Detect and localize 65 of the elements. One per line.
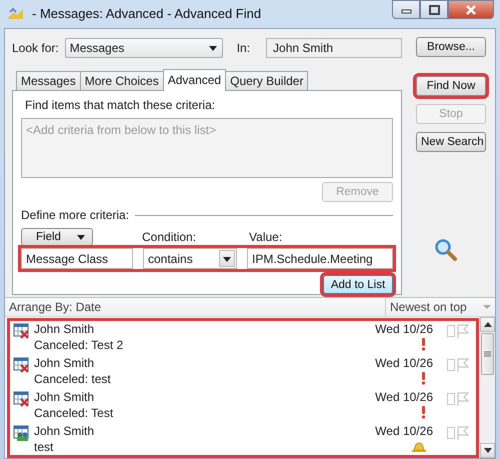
message-row[interactable]: John Smith Canceled: Test Wed 10/26 — [9, 388, 477, 422]
sender-name: John Smith — [34, 389, 96, 405]
caret-icon — [208, 44, 218, 52]
message-subject: Canceled: Test — [34, 405, 114, 421]
message-date: Wed 10/26 — [375, 321, 433, 337]
condition-label: Condition: — [142, 229, 196, 246]
value-input[interactable]: IPM.Schedule.Meeting — [247, 248, 393, 269]
category-icon — [447, 427, 455, 439]
criteria-placeholder: <Add criteria from below to this list> — [26, 123, 216, 137]
define-criteria-heading: Define more criteria: — [21, 207, 130, 224]
tab[interactable]: Query Builder — [225, 71, 308, 90]
tab[interactable]: Advanced — [162, 69, 226, 91]
maximize-icon — [428, 4, 440, 14]
category-icon — [447, 393, 455, 405]
scroll-thumb[interactable] — [481, 333, 494, 375]
side-button[interactable]: Find Now — [416, 76, 486, 96]
look-for-dropdown[interactable]: Messages — [64, 38, 223, 58]
message-date: Wed 10/26 — [375, 355, 433, 371]
message-subject: test — [34, 439, 54, 455]
arrange-by-header[interactable]: Arrange By: Date — [5, 298, 385, 316]
scroll-up-button[interactable] — [480, 317, 495, 332]
sender-name: John Smith — [34, 355, 96, 371]
close-button[interactable] — [448, 0, 494, 19]
message-subject: Canceled: test — [34, 371, 112, 387]
in-label: In: — [236, 40, 250, 57]
grip-icon — [484, 351, 491, 357]
sort-icon — [483, 305, 491, 309]
app-icon — [6, 6, 24, 22]
scroll-down-button[interactable] — [480, 443, 495, 458]
sender-name: John Smith — [34, 423, 96, 439]
message-row[interactable]: John Smith test Wed 10/26 — [9, 422, 477, 456]
category-icon — [447, 325, 455, 337]
value-label: Value: — [249, 229, 282, 246]
criteria-heading: Find items that match these criteria: — [24, 97, 216, 114]
tab[interactable]: More Choices — [80, 71, 164, 90]
flag-icon — [457, 324, 469, 338]
message-row[interactable]: John Smith Canceled: Test 2 Wed 10/26 — [9, 320, 477, 354]
sort-order-header[interactable]: Newest on top — [385, 298, 495, 316]
tab[interactable]: Messages — [16, 71, 81, 90]
minimize-button[interactable] — [392, 0, 420, 19]
close-icon — [465, 4, 477, 16]
look-for-label: Look for: — [12, 40, 59, 57]
search-icon — [434, 238, 458, 262]
flag-icon — [457, 426, 469, 440]
window-title: - Messages: Advanced - Advanced Find — [32, 5, 262, 24]
message-row[interactable]: John Smith Canceled: test Wed 10/26 — [9, 354, 477, 388]
message-date: Wed 10/26 — [375, 389, 433, 405]
message-date: Wed 10/26 — [375, 423, 433, 439]
field-button[interactable]: Field — [21, 228, 93, 246]
field-input[interactable]: Message Class — [21, 248, 133, 269]
flag-icon — [457, 358, 469, 372]
add-to-list-button[interactable]: Add to List — [323, 275, 393, 294]
down-arrow-icon — [484, 448, 492, 453]
caret-icon — [76, 233, 86, 242]
flag-icon — [457, 392, 469, 406]
up-arrow-icon — [484, 322, 492, 327]
caret-icon — [222, 254, 232, 263]
category-icon — [447, 359, 455, 371]
side-button[interactable]: Browse... — [416, 37, 486, 57]
condition-dropdown[interactable]: contains — [143, 248, 237, 269]
maximize-button[interactable] — [420, 0, 448, 19]
message-subject: Canceled: Test 2 — [34, 337, 124, 353]
sender-name: John Smith — [34, 321, 96, 337]
side-button[interactable]: New Search — [416, 132, 486, 152]
in-field: John Smith — [266, 38, 402, 58]
